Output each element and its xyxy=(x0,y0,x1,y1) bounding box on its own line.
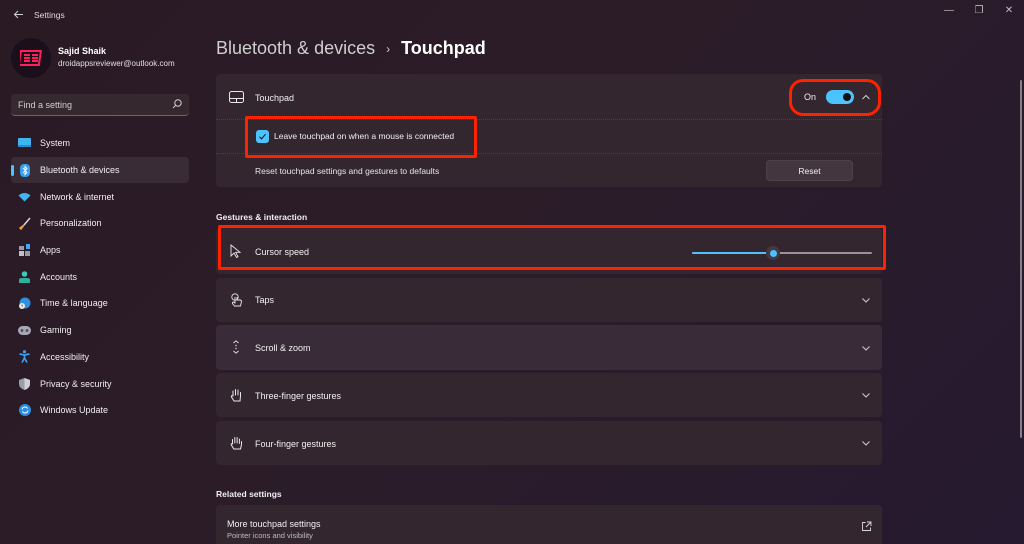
related-item-subtitle: Pointer icons and visibility xyxy=(227,531,313,540)
reset-description: Reset touchpad settings and gestures to … xyxy=(255,166,440,176)
reset-row: Reset touchpad settings and gestures to … xyxy=(216,154,882,187)
bluetooth-icon xyxy=(18,163,31,177)
sidebar-item-accounts[interactable]: Accounts xyxy=(11,263,189,290)
three-finger-label: Three-finger gestures xyxy=(255,391,342,401)
reset-button[interactable]: Reset xyxy=(766,160,853,181)
sidebar-item-bluetooth-devices[interactable]: Bluetooth & devices xyxy=(11,156,189,184)
chevron-down-icon[interactable] xyxy=(860,389,872,401)
search-box[interactable] xyxy=(11,94,189,116)
cursor-speed-slider[interactable] xyxy=(692,246,872,260)
chevron-up-icon[interactable] xyxy=(860,91,872,103)
gesture-row-three-finger[interactable]: Three-finger gestures xyxy=(216,373,882,417)
clock-globe-icon xyxy=(18,297,31,310)
sidebar-item-label: Gaming xyxy=(40,325,72,336)
four-finger-label: Four-finger gestures xyxy=(255,439,337,449)
hand-icon xyxy=(228,387,244,403)
sidebar-item-label: Bluetooth & devices xyxy=(40,165,120,176)
accessibility-icon xyxy=(18,350,31,364)
sidebar-item-apps[interactable]: Apps xyxy=(11,237,189,264)
toggle-state-label: On xyxy=(804,92,817,102)
user-profile[interactable]: Sajid Shaik droidappsreviewer@outlook.co… xyxy=(11,38,211,78)
avatar-logo-icon xyxy=(20,50,42,66)
avatar xyxy=(11,38,51,78)
title-bar: Settings — ❐ ✕ xyxy=(0,0,1024,32)
scrollbar[interactable] xyxy=(1020,80,1022,438)
maximize-button[interactable]: ❐ xyxy=(964,4,994,18)
touchpad-toggle[interactable] xyxy=(826,90,854,104)
sidebar-item-label: Personalization xyxy=(40,218,102,229)
touchpad-icon xyxy=(228,89,244,105)
back-arrow-icon xyxy=(13,10,23,19)
external-link-icon xyxy=(862,521,872,531)
chevron-down-icon[interactable] xyxy=(860,342,872,354)
cursor-icon xyxy=(228,243,244,259)
account-icon xyxy=(18,270,31,283)
update-icon xyxy=(18,404,31,417)
chevron-down-icon[interactable] xyxy=(860,294,872,306)
apps-icon xyxy=(18,244,31,257)
leave-on-checkbox[interactable] xyxy=(256,130,269,143)
cursor-speed-row: Cursor speed xyxy=(216,228,882,274)
sidebar-item-label: Network & internet xyxy=(40,191,115,202)
search-input[interactable] xyxy=(18,94,168,115)
slider-thumb[interactable] xyxy=(766,246,780,260)
taps-label: Taps xyxy=(255,295,275,305)
breadcrumb-separator: › xyxy=(386,41,391,56)
scroll-zoom-label: Scroll & zoom xyxy=(255,343,311,353)
app-title: Settings xyxy=(34,10,65,20)
touchpad-card: Touchpad On Leave touchpad on when a mou… xyxy=(216,74,882,187)
related-item-title: More touchpad settings xyxy=(227,519,321,529)
sidebar-item-system[interactable]: System xyxy=(11,130,189,157)
sidebar-item-privacy-security[interactable]: Privacy & security xyxy=(11,370,189,397)
sidebar-item-personalization[interactable]: Personalization xyxy=(11,210,189,237)
leave-on-row: Leave touchpad on when a mouse is connec… xyxy=(216,120,882,154)
hand-icon xyxy=(228,435,244,451)
gesture-row-scroll-zoom[interactable]: Scroll & zoom xyxy=(216,325,882,370)
wifi-icon xyxy=(18,190,31,203)
user-name: Sajid Shaik xyxy=(58,46,107,56)
gesture-row-four-finger[interactable]: Four-finger gestures xyxy=(216,421,882,465)
breadcrumb-parent[interactable]: Bluetooth & devices xyxy=(216,38,375,59)
chevron-down-icon[interactable] xyxy=(860,437,872,449)
minimize-button[interactable]: — xyxy=(934,4,964,18)
sidebar-nav: System Bluetooth & devices Network & int… xyxy=(11,130,189,424)
more-touchpad-settings-link[interactable]: More touchpad settings Pointer icons and… xyxy=(216,505,882,544)
sidebar-item-accessibility[interactable]: Accessibility xyxy=(11,344,189,371)
sidebar-item-label: Accounts xyxy=(40,271,78,282)
related-section-title: Related settings xyxy=(216,489,282,499)
gestures-section-title: Gestures & interaction xyxy=(216,212,308,222)
sidebar-item-windows-update[interactable]: Windows Update xyxy=(11,397,189,424)
gesture-row-taps[interactable]: Taps xyxy=(216,278,882,322)
tap-icon xyxy=(228,292,244,308)
active-indicator xyxy=(11,164,14,176)
gamepad-icon xyxy=(18,324,31,337)
sidebar-item-gaming[interactable]: Gaming xyxy=(11,317,189,344)
toggle-knob xyxy=(843,93,851,101)
sidebar-item-label: Time & language xyxy=(40,298,108,309)
touchpad-label: Touchpad xyxy=(255,93,295,103)
system-icon xyxy=(18,137,31,150)
back-button[interactable] xyxy=(10,8,26,24)
sidebar-item-label: Privacy & security xyxy=(40,378,112,389)
close-button[interactable]: ✕ xyxy=(994,4,1024,18)
user-email: droidappsreviewer@outlook.com xyxy=(58,59,175,68)
sidebar-item-time-language[interactable]: Time & language xyxy=(11,290,189,317)
cursor-speed-label: Cursor speed xyxy=(255,247,310,257)
checkmark-icon xyxy=(259,133,266,140)
sidebar-item-label: Apps xyxy=(40,245,61,256)
brush-icon xyxy=(18,217,31,230)
touchpad-header[interactable]: Touchpad On xyxy=(216,74,882,120)
shield-icon xyxy=(18,377,31,390)
breadcrumb: Bluetooth & devices › Touchpad xyxy=(216,38,486,59)
sidebar-item-label: Windows Update xyxy=(40,405,109,416)
leave-on-label[interactable]: Leave touchpad on when a mouse is connec… xyxy=(274,131,454,141)
scroll-icon xyxy=(228,339,244,355)
page-title: Touchpad xyxy=(401,38,486,58)
sidebar-item-label: Accessibility xyxy=(40,351,90,362)
search-icon[interactable] xyxy=(171,98,183,110)
slider-fill xyxy=(692,252,773,254)
sidebar-item-network-internet[interactable]: Network & internet xyxy=(11,183,189,210)
sidebar-item-label: System xyxy=(40,138,71,149)
